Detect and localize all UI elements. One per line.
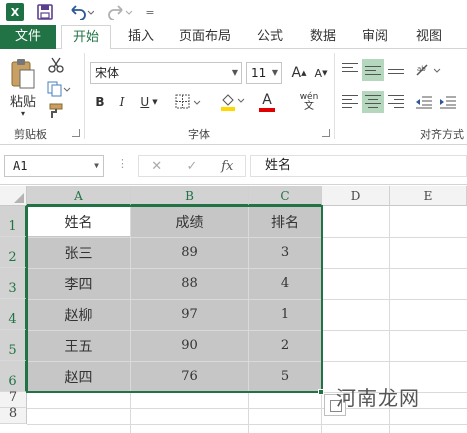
column-header-c[interactable]: C bbox=[249, 186, 322, 206]
column-header-a[interactable]: A bbox=[27, 186, 131, 206]
row-header-5[interactable]: 5 bbox=[0, 330, 27, 361]
align-middle-icon[interactable] bbox=[362, 59, 384, 81]
align-left-icon[interactable] bbox=[340, 91, 360, 113]
row-header-1[interactable]: 1 bbox=[0, 206, 27, 237]
orientation-icon[interactable]: ab bbox=[414, 59, 444, 81]
group-divider bbox=[84, 53, 85, 139]
align-top-icon[interactable] bbox=[340, 59, 360, 81]
ribbon: 粘贴 ▾ 剪贴板 宋体 ▼ 11 ▼ A ▲ A ▼ B I U ▼ A wén 文 字体… bbox=[0, 49, 467, 145]
chevron-down-icon: ▼ bbox=[231, 68, 238, 77]
font-name-select[interactable]: 宋体 ▼ bbox=[90, 62, 242, 84]
row-header-3[interactable]: 3 bbox=[0, 268, 27, 299]
italic-button[interactable]: I bbox=[112, 91, 132, 113]
chinese-char-icon: 文 bbox=[304, 101, 314, 112]
underline-button[interactable]: U ▼ bbox=[134, 91, 164, 113]
column-header-b[interactable]: B bbox=[131, 186, 249, 206]
redo-icon[interactable] bbox=[106, 2, 136, 22]
tab-data[interactable]: 数据 bbox=[300, 25, 346, 49]
worksheet-grid[interactable]: A B C D E 1 2 3 4 5 6 7 8 姓名 成绩 排名 张三 89… bbox=[0, 186, 467, 433]
gridline bbox=[27, 424, 467, 425]
select-all-icon bbox=[14, 193, 24, 203]
align-right-icon[interactable] bbox=[386, 91, 406, 113]
cancel-icon[interactable]: ✕ bbox=[139, 159, 174, 174]
row-header-2[interactable]: 2 bbox=[0, 237, 27, 268]
cut-icon[interactable] bbox=[46, 55, 66, 75]
save-icon[interactable] bbox=[36, 2, 54, 22]
tab-review[interactable]: 审阅 bbox=[352, 25, 398, 49]
tab-home[interactable]: 开始 bbox=[61, 25, 111, 50]
svg-text:ab: ab bbox=[417, 65, 426, 73]
undo-icon[interactable] bbox=[66, 2, 96, 22]
watermark-text: 河南龙网 bbox=[336, 386, 420, 410]
formula-buttons: ✕ ✓ fx bbox=[138, 155, 246, 177]
clipboard-launcher-icon[interactable] bbox=[72, 129, 80, 137]
group-divider bbox=[334, 53, 335, 139]
formula-bar: A1 ▼ ⋮ ✕ ✓ fx 姓名 bbox=[0, 145, 467, 185]
row-header-8[interactable]: 8 bbox=[0, 406, 27, 424]
align-bottom-icon[interactable] bbox=[386, 59, 406, 81]
enter-icon[interactable]: ✓ bbox=[174, 159, 209, 174]
borders-icon[interactable] bbox=[174, 91, 204, 113]
decrease-indent-icon[interactable] bbox=[414, 91, 434, 113]
tab-view[interactable]: 视图 bbox=[406, 25, 452, 49]
copy-icon[interactable] bbox=[46, 79, 72, 99]
excel-logo-icon: X bbox=[6, 3, 24, 21]
font-group-label: 字体 bbox=[188, 128, 210, 141]
font-color-button[interactable]: A bbox=[252, 91, 282, 113]
fill-color-icon[interactable] bbox=[218, 91, 248, 113]
tab-insert[interactable]: 插入 bbox=[118, 25, 164, 49]
bold-button[interactable]: B bbox=[90, 91, 110, 113]
phonetic-guide-button[interactable]: wén 文 bbox=[294, 91, 324, 113]
font-color-bar bbox=[259, 107, 275, 112]
splitter-handle[interactable]: ⋮ bbox=[117, 157, 128, 170]
customize-qat-icon[interactable]: = bbox=[144, 2, 156, 22]
paste-icon[interactable] bbox=[8, 57, 38, 91]
quick-access-toolbar: X = bbox=[0, 0, 467, 25]
select-all-button[interactable] bbox=[0, 186, 27, 206]
column-header-d[interactable]: D bbox=[322, 186, 390, 206]
format-painter-icon[interactable] bbox=[46, 101, 66, 121]
row-header-6[interactable]: 6 bbox=[0, 361, 27, 392]
increase-indent-icon[interactable] bbox=[438, 91, 458, 113]
row-header-4[interactable]: 4 bbox=[0, 299, 27, 330]
align-center-icon[interactable] bbox=[362, 91, 384, 113]
tab-file[interactable]: 文件 bbox=[0, 25, 56, 49]
paste-dropdown-icon[interactable]: ▾ bbox=[16, 107, 30, 119]
alignment-group-label: 对齐方式 bbox=[420, 128, 464, 141]
grow-font-button[interactable]: A ▲ bbox=[290, 62, 308, 84]
insert-function-icon[interactable]: fx bbox=[210, 159, 245, 174]
tab-page-layout[interactable]: 页面布局 bbox=[170, 25, 240, 49]
ribbon-tabs: 文件 开始 插入 页面布局 公式 数据 审阅 视图 bbox=[0, 25, 467, 50]
font-launcher-icon[interactable] bbox=[322, 129, 330, 137]
selection-border bbox=[26, 205, 323, 393]
name-box[interactable]: A1 ▼ bbox=[4, 155, 104, 177]
shrink-font-button[interactable]: A ▼ bbox=[312, 62, 330, 84]
formula-input[interactable]: 姓名 bbox=[250, 155, 467, 177]
chevron-down-icon: ▼ bbox=[94, 161, 99, 170]
tab-formulas[interactable]: 公式 bbox=[248, 25, 292, 49]
clipboard-group-label: 剪贴板 bbox=[14, 128, 47, 141]
font-size-select[interactable]: 11 ▼ bbox=[246, 62, 282, 84]
column-header-e[interactable]: E bbox=[390, 186, 467, 206]
chevron-down-icon: ▼ bbox=[271, 68, 278, 77]
